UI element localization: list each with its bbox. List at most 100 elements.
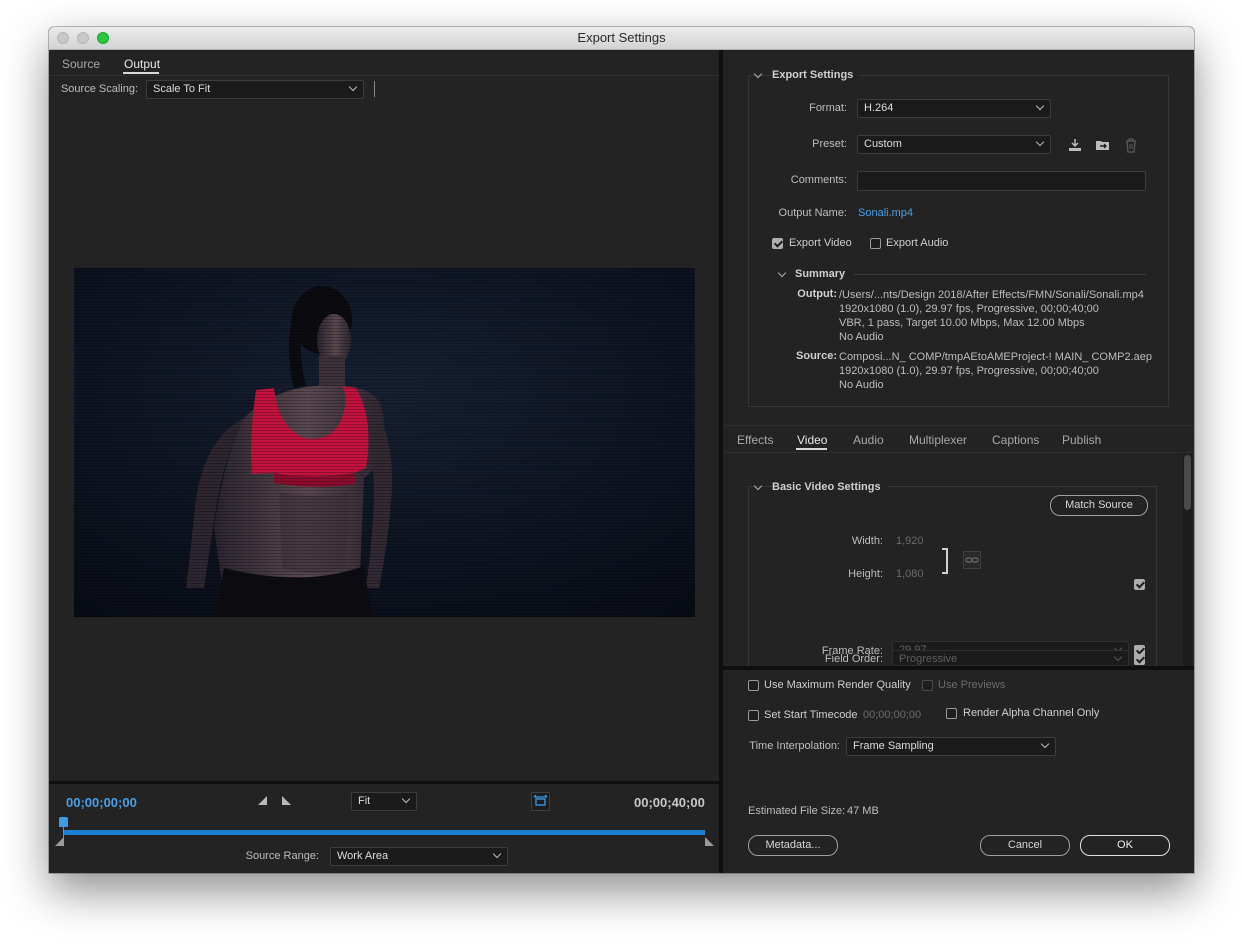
bottom-divider[interactable] <box>723 666 1194 670</box>
set-out-point-icon[interactable] <box>282 796 291 805</box>
max-render-quality-label: Use Maximum Render Quality <box>764 679 911 691</box>
cancel-button[interactable]: Cancel <box>980 835 1070 856</box>
time-interpolation-value: Frame Sampling <box>853 740 934 752</box>
format-dropdown[interactable]: H.264 <box>857 99 1051 118</box>
source-range-dropdown[interactable]: Work Area <box>330 847 508 866</box>
tabs-divider <box>49 75 719 76</box>
field-order-value: Progressive <box>899 653 958 665</box>
summary-source-label: Source: <box>796 350 837 362</box>
zoom-value: Fit <box>358 795 371 807</box>
settings-scrollbar-thumb[interactable] <box>1184 455 1191 510</box>
basic-video-title: Basic Video Settings <box>772 481 887 493</box>
tab-multiplexer[interactable]: Multiplexer <box>909 433 967 447</box>
source-scaling-value: Scale To Fit <box>153 83 211 95</box>
format-label: Format: <box>809 102 847 114</box>
output-name-label: Output Name: <box>778 207 847 219</box>
match-field-order-checkbox[interactable] <box>1134 654 1145 665</box>
time-interpolation-label: Time Interpolation: <box>749 740 840 752</box>
preset-label: Preset: <box>812 138 847 150</box>
preset-dropdown[interactable]: Custom <box>857 135 1051 154</box>
height-label: Height: <box>848 568 883 580</box>
tab-output[interactable]: Output <box>124 57 160 71</box>
export-settings-title: Export Settings <box>772 69 860 81</box>
export-settings-window: Export Settings Source Output Source Sca… <box>49 27 1194 873</box>
summary-output-line: VBR, 1 pass, Target 10.00 Mbps, Max 12.0… <box>839 317 1085 329</box>
estimated-size-label: Estimated File Size: <box>748 805 846 817</box>
set-start-timecode-label: Set Start Timecode <box>764 709 858 721</box>
summary-source-line: No Audio <box>839 379 884 391</box>
max-render-quality-checkbox[interactable] <box>748 680 759 691</box>
chevron-down-icon <box>492 849 502 859</box>
in-point-marker[interactable] <box>55 837 64 846</box>
summary-source-line: 1920x1080 (1.0), 29.97 fps, Progressive,… <box>839 365 1099 377</box>
use-previews-checkbox[interactable] <box>922 680 933 691</box>
render-alpha-label: Render Alpha Channel Only <box>963 707 1100 719</box>
tab-captions[interactable]: Captions <box>992 433 1039 447</box>
export-audio-checkbox[interactable] <box>870 238 881 249</box>
width-label: Width: <box>851 535 883 547</box>
window-title: Export Settings <box>577 30 666 45</box>
zoom-dropdown[interactable]: Fit <box>351 792 417 811</box>
format-value: H.264 <box>864 102 894 114</box>
tab-effects[interactable]: Effects <box>737 433 773 447</box>
save-preset-icon[interactable] <box>1067 137 1083 156</box>
playhead-handle[interactable] <box>59 817 68 827</box>
timecode-out: 00;00;40;00 <box>634 795 705 810</box>
metadata-button[interactable]: Metadata... <box>748 835 838 856</box>
tab-video-underline <box>796 448 827 450</box>
output-name-link[interactable]: Sonali.mp4 <box>858 207 913 219</box>
summary-title: Summary <box>795 268 846 280</box>
time-interpolation-dropdown[interactable]: Frame Sampling <box>846 737 1056 756</box>
crop-icon-graphic <box>533 794 548 806</box>
video-settings-scroll-area[interactable]: Basic Video Settings Match Source Width:… <box>723 453 1183 666</box>
out-point-marker[interactable] <box>705 837 714 846</box>
chevron-down-icon <box>1035 137 1045 147</box>
title-bar: Export Settings <box>49 27 1194 50</box>
timeline-track[interactable] <box>63 830 705 835</box>
estimated-size-value: 47 MB <box>847 805 879 817</box>
delete-preset-icon[interactable] <box>1124 137 1138 156</box>
width-value: 1,920 <box>896 535 924 547</box>
tab-publish[interactable]: Publish <box>1062 433 1101 447</box>
chevron-down-icon <box>348 82 358 92</box>
render-alpha-checkbox[interactable] <box>946 708 957 719</box>
link-dimensions-icon[interactable] <box>963 551 981 569</box>
match-source-button[interactable]: Match Source <box>1050 495 1148 516</box>
fit-to-frame-icon[interactable] <box>531 792 550 811</box>
field-order-dropdown[interactable]: Progressive <box>892 650 1129 666</box>
import-preset-icon[interactable] <box>1095 137 1111 156</box>
source-scaling-dropdown[interactable]: Scale To Fit <box>146 80 364 99</box>
chevron-down-icon <box>401 794 411 804</box>
start-timecode-field[interactable]: 00;00;00;00 <box>863 709 921 721</box>
video-preview <box>74 268 695 617</box>
settings-scrollbar[interactable] <box>1183 453 1192 666</box>
set-start-timecode-checkbox[interactable] <box>748 710 759 721</box>
tab-output-underline <box>123 72 159 74</box>
set-in-point-icon[interactable] <box>258 796 267 805</box>
timecode-in[interactable]: 00;00;00;00 <box>66 795 137 810</box>
summary-source-line: Composi...N_ COMP/tmpAEtoAMEProject-! MA… <box>839 351 1152 363</box>
tab-video[interactable]: Video <box>797 433 827 447</box>
chevron-down-icon <box>1113 652 1123 662</box>
export-audio-label: Export Audio <box>886 237 949 249</box>
comments-label: Comments: <box>790 174 847 186</box>
settings-tabs-top-divider <box>723 425 1194 426</box>
preview-frame-image <box>74 268 695 617</box>
summary-output-line: 1920x1080 (1.0), 29.97 fps, Progressive,… <box>839 303 1099 315</box>
chevron-down-icon <box>1040 739 1050 749</box>
source-scaling-label: Source Scaling: <box>60 83 138 95</box>
preset-value: Custom <box>864 138 902 150</box>
ok-button[interactable]: OK <box>1080 835 1170 856</box>
export-video-checkbox[interactable] <box>772 238 783 249</box>
match-size-checkbox[interactable] <box>1134 579 1145 590</box>
summary-output-line: /Users/...nts/Design 2018/After Effects/… <box>839 289 1144 301</box>
timeline-divider <box>49 781 719 784</box>
toolbar-separator <box>374 81 375 97</box>
tab-source[interactable]: Source <box>62 57 100 71</box>
height-value: 1,080 <box>896 568 924 580</box>
tab-audio[interactable]: Audio <box>853 433 884 447</box>
summary-output-line: No Audio <box>839 331 884 343</box>
comments-field[interactable] <box>857 171 1146 191</box>
field-order-label-visible: Field Order: <box>824 653 883 665</box>
summary-output-label: Output: <box>797 288 837 300</box>
